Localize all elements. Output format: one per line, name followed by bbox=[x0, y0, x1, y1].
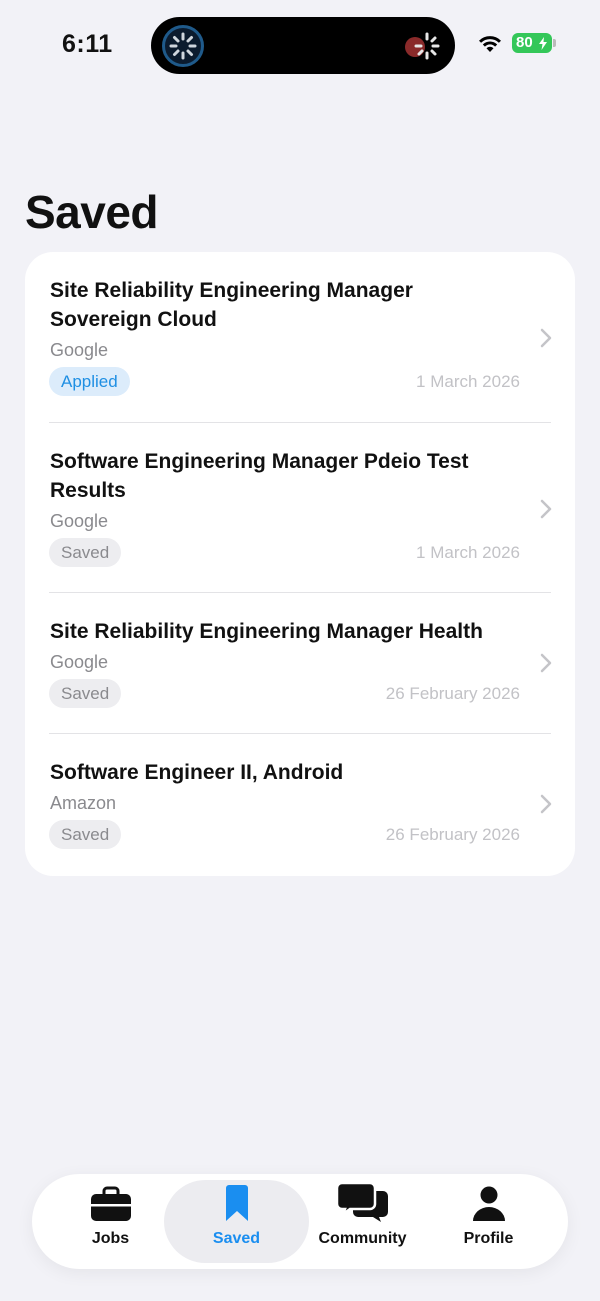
tab-label: Profile bbox=[463, 1230, 514, 1247]
tab-label: Jobs bbox=[91, 1230, 130, 1247]
status-badge: Saved bbox=[49, 820, 122, 849]
status-badge: Applied bbox=[49, 367, 130, 396]
job-company: Google bbox=[50, 340, 109, 360]
job-date: 1 March 2026 bbox=[416, 543, 520, 562]
job-row[interactable]: Software Engineering Manager Pdeio Test … bbox=[25, 423, 575, 592]
tab-saved[interactable]: Saved bbox=[164, 1180, 309, 1263]
chevron-right-icon bbox=[540, 499, 552, 519]
job-title: Software Engineer II, Android bbox=[50, 761, 344, 784]
chat-bubbles-icon bbox=[336, 1182, 388, 1222]
chevron-right-icon bbox=[540, 653, 552, 673]
tab-bar: Jobs Saved Community Profile bbox=[32, 1174, 568, 1269]
job-row[interactable]: Software Engineer II, Android Amazon Sav… bbox=[25, 734, 575, 876]
tab-label: Saved bbox=[212, 1230, 261, 1247]
activity-spinner-icon bbox=[162, 25, 204, 67]
job-title: Site Reliability Engineering Manager Hea… bbox=[50, 620, 483, 643]
activity-indicator-icon bbox=[403, 27, 443, 65]
status-indicators: 80 bbox=[477, 33, 556, 53]
status-time: 6:11 bbox=[62, 30, 113, 58]
job-title: Site Reliability Engineering Manager Sov… bbox=[50, 279, 413, 331]
job-row[interactable]: Site Reliability Engineering Manager Sov… bbox=[25, 252, 575, 422]
job-company: Google bbox=[50, 511, 109, 531]
tab-label: Community bbox=[318, 1230, 407, 1247]
bookmark-icon bbox=[225, 1185, 248, 1221]
job-title: Software Engineering Manager Pdeio Test … bbox=[50, 450, 469, 502]
tab-community[interactable]: Community bbox=[290, 1180, 435, 1263]
status-badge: Saved bbox=[49, 679, 122, 708]
charging-bolt-icon bbox=[539, 37, 547, 50]
battery-level: 80 bbox=[516, 34, 533, 51]
chevron-right-icon bbox=[540, 328, 552, 348]
job-date: 26 February 2026 bbox=[385, 825, 520, 844]
dynamic-island[interactable] bbox=[151, 17, 455, 74]
briefcase-icon bbox=[90, 1186, 131, 1221]
status-badge: Saved bbox=[49, 538, 122, 567]
job-company: Google bbox=[50, 652, 109, 672]
job-company: Amazon bbox=[50, 793, 117, 813]
battery-indicator: 80 bbox=[512, 33, 556, 53]
tab-jobs[interactable]: Jobs bbox=[38, 1180, 183, 1263]
wifi-icon bbox=[479, 36, 501, 52]
job-date: 26 February 2026 bbox=[385, 684, 520, 703]
chevron-right-icon bbox=[540, 794, 552, 814]
job-date: 1 March 2026 bbox=[416, 372, 520, 391]
job-row[interactable]: Site Reliability Engineering Manager Hea… bbox=[25, 593, 575, 733]
tab-profile[interactable]: Profile bbox=[416, 1180, 561, 1263]
screen: 6:11 80 Saved Site Reliability Engineeri… bbox=[0, 0, 600, 1301]
person-icon bbox=[472, 1186, 505, 1221]
page-title: Saved bbox=[25, 186, 159, 238]
saved-jobs-list: Site Reliability Engineering Manager Sov… bbox=[25, 252, 575, 876]
